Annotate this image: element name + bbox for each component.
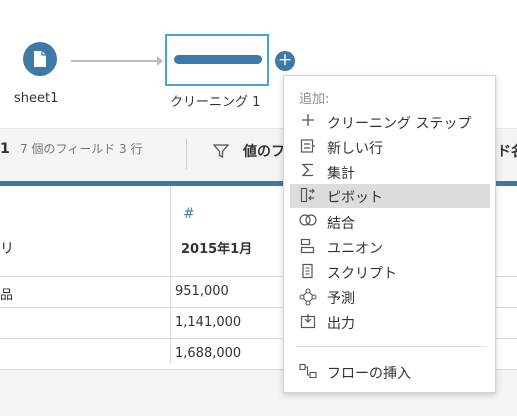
menu-item-insert-flow[interactable]: フローの挿入 xyxy=(290,360,490,384)
menu-item-label: フローの挿入 xyxy=(327,366,411,382)
menu-item-clean-step[interactable]: クリーニング ステップ xyxy=(290,110,490,134)
menu-item-label: 予測 xyxy=(327,291,355,307)
flow-connector xyxy=(71,60,161,62)
menu-item-new-rows[interactable]: 新しい行 xyxy=(290,135,490,159)
row-value: 1,688,000 xyxy=(175,346,242,361)
document-icon xyxy=(34,51,46,67)
row-value: 1,141,000 xyxy=(175,315,242,330)
menu-item-label: 結合 xyxy=(327,216,355,232)
menu-item-label: ユニオン xyxy=(327,241,383,257)
toolbar-divider xyxy=(186,139,187,169)
input-node[interactable] xyxy=(23,42,57,76)
menu-header: 追加: xyxy=(299,92,330,107)
menu-item-label: ピボット xyxy=(327,190,383,206)
predict-icon xyxy=(299,288,317,306)
join-icon xyxy=(299,213,317,231)
script-icon xyxy=(299,263,317,281)
add-step-menu: 追加: クリーニング ステップ 新しい行 集計 ピボット 結合 ユニオン スクリ… xyxy=(283,75,496,393)
menu-item-label: 新しい行 xyxy=(327,141,383,157)
menu-item-output[interactable]: 出力 xyxy=(290,310,490,334)
output-icon xyxy=(299,313,317,331)
menu-item-pivot[interactable]: ピボット xyxy=(290,184,490,208)
menu-item-label: 出力 xyxy=(327,316,355,332)
input-node-label: sheet1 xyxy=(14,91,59,106)
filter-values-label[interactable]: 値のフ xyxy=(243,141,285,161)
menu-item-join[interactable]: 結合 xyxy=(290,210,490,234)
clean-node-label: クリーニング 1 xyxy=(170,95,261,110)
filter-icon[interactable] xyxy=(212,143,230,163)
menu-item-label: クリーニング ステップ xyxy=(327,116,472,132)
connector-arrow-icon xyxy=(157,56,163,66)
pivot-icon xyxy=(299,187,317,205)
number-type-icon[interactable]: # xyxy=(183,206,195,222)
field-name-label[interactable]: ド名 xyxy=(497,141,517,161)
menu-separator xyxy=(296,346,486,347)
plus-icon xyxy=(299,113,317,131)
step-number: 1 xyxy=(0,141,10,157)
union-icon xyxy=(299,238,317,256)
clean-step-bar xyxy=(174,55,262,64)
fields-summary: 7 個のフィールド 3 行 xyxy=(20,142,143,156)
menu-item-label: 集計 xyxy=(327,166,355,182)
menu-item-predict[interactable]: 予測 xyxy=(290,285,490,309)
row-category: 品 xyxy=(0,288,14,303)
sigma-icon xyxy=(299,163,317,181)
date-column-header[interactable]: 2015年1月 xyxy=(181,238,252,257)
row-value: 951,000 xyxy=(175,284,229,299)
menu-item-script[interactable]: スクリプト xyxy=(290,260,490,284)
clean-step-node[interactable] xyxy=(165,34,269,86)
new-rows-icon xyxy=(299,138,317,156)
column-divider xyxy=(170,186,171,364)
insert-flow-icon xyxy=(299,363,317,381)
menu-item-aggregate[interactable]: 集計 xyxy=(290,160,490,184)
menu-item-label: スクリプト xyxy=(327,266,397,282)
add-step-button[interactable]: + xyxy=(275,51,295,71)
menu-item-union[interactable]: ユニオン xyxy=(290,235,490,259)
category-column-header[interactable]: リ xyxy=(0,238,14,258)
